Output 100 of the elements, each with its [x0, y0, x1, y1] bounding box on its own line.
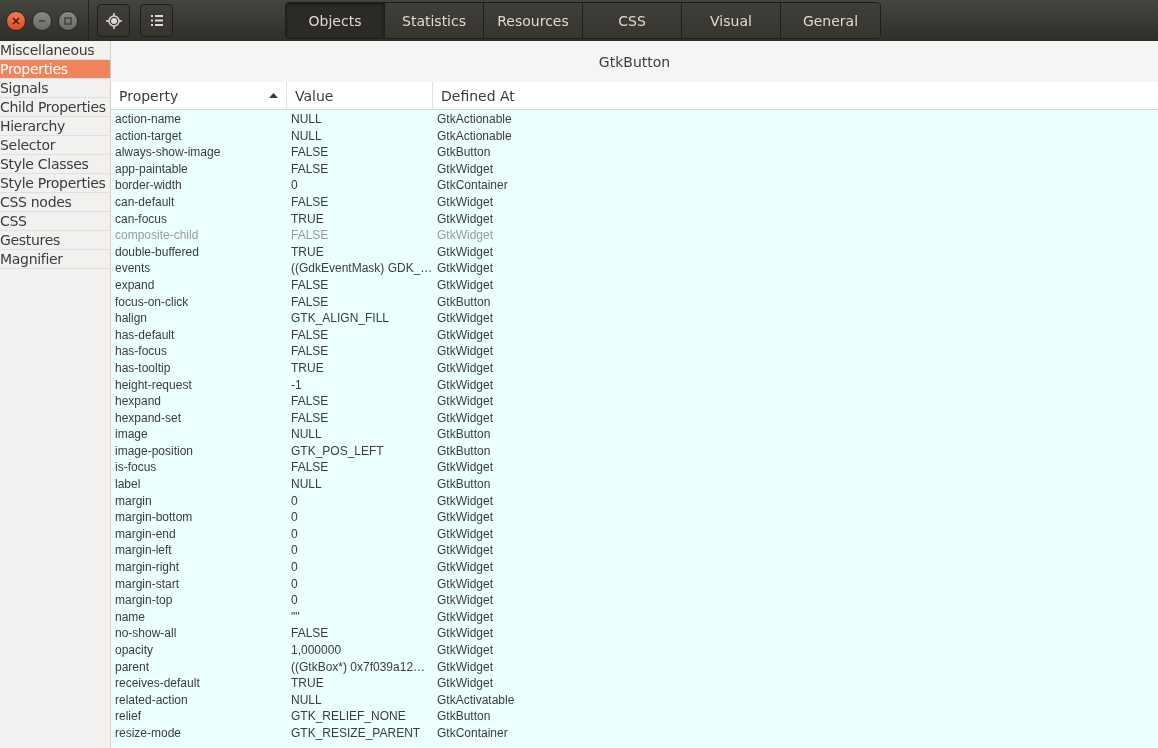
- table-cell-text: FALSE: [290, 160, 330, 178]
- table-cell-text: FALSE: [290, 293, 330, 311]
- sidebar-item[interactable]: Signals: [0, 79, 110, 98]
- table-cell-text: GtkWidget: [436, 675, 493, 692]
- table-cell-text: NULL: [290, 127, 323, 145]
- sidebar-item[interactable]: Style Classes: [0, 155, 110, 174]
- table-cell-text: GtkWidget: [436, 575, 493, 593]
- column-header[interactable]: Defined At: [433, 82, 1158, 109]
- table-cell-text: GtkWidget: [436, 608, 493, 626]
- table-cell-text: resize-mode: [114, 724, 183, 742]
- object-title: GtkButton: [598, 53, 671, 70]
- column-header[interactable]: Property: [111, 82, 287, 109]
- toolbar-tab[interactable]: Resources: [484, 3, 583, 38]
- table-cell-text: is-focus: [114, 459, 158, 477]
- column-header[interactable]: Value: [287, 82, 433, 109]
- table-cell-text: parent: [114, 658, 151, 676]
- table-cell-text: "": [290, 608, 301, 626]
- table-cell-text: 0: [290, 542, 299, 560]
- table-cell-text: GtkWidget: [436, 409, 493, 427]
- table-cell-text: image: [114, 426, 149, 443]
- table-cell-text: GTK_RESIZE_PARENT: [290, 724, 422, 742]
- table-cell-text: GtkContainer: [436, 177, 508, 194]
- table-cell-text: GTK_ALIGN_FILL: [290, 310, 391, 327]
- table-cell-text: events: [114, 260, 152, 277]
- maximize-icon: [64, 16, 72, 25]
- table-cell-text: receives-default: [114, 675, 201, 692]
- sidebar-item[interactable]: Gestures: [0, 231, 110, 250]
- table-cell-text: composite-child: [114, 227, 200, 244]
- sidebar-item[interactable]: Hierarchy: [0, 117, 110, 136]
- table-cell-text: 0: [290, 509, 299, 526]
- table-cell-text: GTK_RELIEF_NONE: [290, 708, 407, 725]
- sidebar-item[interactable]: Selector: [0, 136, 110, 155]
- table-cell-text: FALSE: [290, 393, 330, 410]
- sidebar-item[interactable]: Child Properties: [0, 98, 110, 117]
- toolbar-tab[interactable]: General: [781, 3, 880, 38]
- table-cell-text: ((GtkBox*) 0x7f039a12…: [290, 658, 427, 676]
- table-cell-text: GtkButton: [436, 442, 491, 460]
- table-cell-text: NULL: [290, 476, 323, 493]
- table-cell-text: FALSE: [290, 144, 330, 161]
- toolbar-tab[interactable]: CSS: [583, 3, 682, 38]
- maximize-button[interactable]: [58, 10, 78, 31]
- table-cell-text: GtkWidget: [436, 227, 493, 244]
- table-cell-text: ((GdkEventMask) GDK_…: [290, 260, 433, 277]
- minimize-button[interactable]: [32, 10, 52, 31]
- table-cell-text: FALSE: [290, 326, 330, 344]
- table-cell-text: app-paintable: [114, 160, 189, 178]
- toolbar-tab[interactable]: Visual: [682, 3, 781, 38]
- table-cell-text: hexpand-set: [114, 409, 183, 427]
- table-cell-text: 1,000000: [290, 642, 343, 659]
- table-cell-text: FALSE: [290, 459, 330, 477]
- table-cell-text: GtkButton: [436, 476, 491, 493]
- table-cell-text: margin-left: [114, 542, 173, 560]
- sidebar-item[interactable]: Magnifier: [0, 250, 110, 269]
- toolbar-tab[interactable]: Statistics: [385, 3, 484, 38]
- table-cell-text: GtkContainer: [436, 724, 508, 742]
- table-cell-text: GtkButton: [436, 708, 491, 725]
- table-cell-text: 0: [290, 177, 299, 194]
- table-cell-text: FALSE: [290, 625, 330, 642]
- table-cell-text: GtkWidget: [436, 276, 493, 294]
- sort-ascending-icon: [269, 93, 278, 98]
- sidebar-item[interactable]: Style Properties: [0, 174, 110, 193]
- table-cell-text: border-width: [114, 177, 183, 194]
- table-cell-text: GtkWidget: [436, 260, 493, 277]
- table-cell-text: GtkWidget: [436, 559, 493, 576]
- table-cell-text: 0: [290, 575, 299, 593]
- table-cell-text: GtkWidget: [436, 525, 493, 543]
- table-cell-text: has-focus: [114, 343, 169, 360]
- table-cell-text: GTK_POS_LEFT: [290, 442, 385, 460]
- table-cell-text: GtkButton: [436, 426, 491, 443]
- table-cell-text: 0: [290, 592, 299, 609]
- table-cell-text: can-focus: [114, 210, 169, 228]
- table-cell-text: action-name: [114, 111, 183, 128]
- table-cell-text: image-position: [114, 442, 195, 460]
- table-cell-text: margin-start: [114, 575, 180, 593]
- sidebar-item[interactable]: CSS: [0, 212, 110, 231]
- toolbar-tab[interactable]: Objects: [286, 3, 385, 38]
- crosshair-icon: [105, 12, 122, 29]
- table-cell-text: related-action: [114, 691, 189, 709]
- close-icon: [12, 16, 20, 25]
- table-cell-text: TRUE: [290, 359, 325, 377]
- table-cell-text: GtkActionable: [436, 127, 512, 145]
- table-cell-text: GtkWidget: [436, 193, 493, 211]
- target-select-button[interactable]: [97, 4, 130, 37]
- table-cell-text: TRUE: [290, 675, 325, 692]
- table-cell-text: relief: [114, 708, 142, 725]
- table-cell-text: TRUE: [290, 210, 325, 228]
- table-cell-text: action-target: [114, 127, 183, 145]
- table-cell-text: focus-on-click: [114, 293, 190, 311]
- table-cell-text: margin-top: [114, 592, 174, 609]
- table-cell-text: label: [114, 476, 142, 493]
- table-cell-text: TRUE: [290, 243, 325, 261]
- table-cell-text: GtkWidget: [436, 343, 493, 360]
- sidebar-item[interactable]: CSS nodes: [0, 193, 110, 212]
- list-view-button[interactable]: [140, 4, 173, 37]
- table-cell-text: GtkActivatable: [436, 691, 515, 709]
- table-cell-text: GtkWidget: [436, 160, 493, 178]
- table-cell-text: FALSE: [290, 227, 330, 244]
- close-button[interactable]: [6, 10, 26, 31]
- table-cell-text: GtkWidget: [436, 359, 493, 377]
- table-cell-text: margin-right: [114, 559, 181, 576]
